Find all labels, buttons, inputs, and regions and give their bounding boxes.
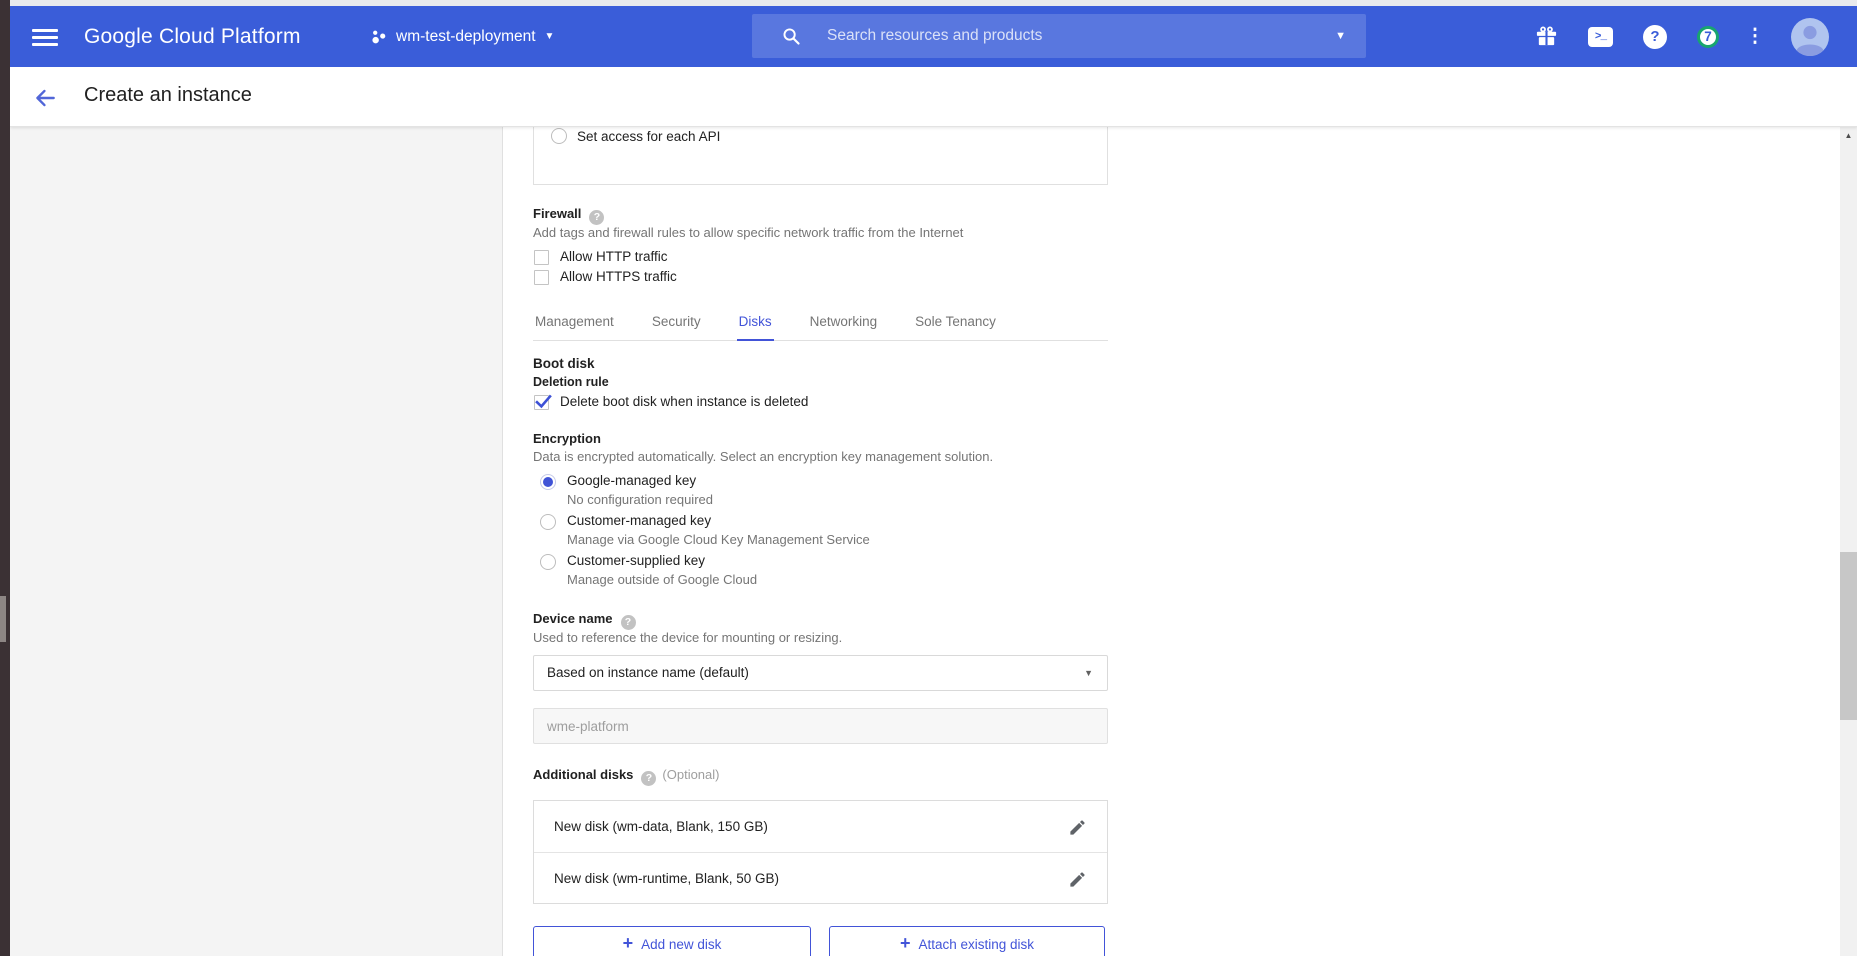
firewall-section: Firewall?: [533, 206, 604, 225]
gcp-console-window: Google Cloud Platform wm-test-deployment…: [0, 0, 1857, 956]
device-name-label: Device name: [533, 611, 613, 626]
appbar-actions: >_ ? 7 ⋮: [1535, 6, 1829, 67]
allow-https-checkbox[interactable]: [534, 270, 549, 285]
google-managed-key-label[interactable]: Google-managed key: [567, 473, 696, 488]
device-name-description: Used to reference the device for mountin…: [533, 630, 842, 645]
delete-boot-disk-label[interactable]: Delete boot disk when instance is delete…: [560, 394, 808, 409]
additional-disks-label: Additional disks: [533, 767, 633, 782]
checkmark-icon: [534, 392, 553, 411]
disk-name: New disk (wm-data, Blank, 150 GB): [554, 819, 768, 834]
additional-disks-optional-note: (Optional): [662, 767, 719, 782]
overflow-menu-icon[interactable]: ⋮: [1749, 25, 1761, 48]
api-access-option-label[interactable]: Set access for each API: [577, 129, 720, 144]
window-left-edge: [0, 0, 10, 956]
scrollbar-thumb[interactable]: [1840, 552, 1857, 720]
edit-disk-icon[interactable]: [1067, 869, 1087, 889]
back-arrow-icon[interactable]: [31, 84, 59, 112]
attach-existing-disk-label: Attach existing disk: [918, 937, 1034, 952]
customer-managed-key-label[interactable]: Customer-managed key: [567, 513, 711, 528]
gcp-logo[interactable]: Google Cloud Platform: [84, 6, 301, 67]
allow-https-label[interactable]: Allow HTTPS traffic: [560, 269, 677, 284]
plus-icon: +: [900, 933, 911, 954]
encryption-heading: Encryption: [533, 431, 601, 446]
help-icon[interactable]: ?: [1643, 25, 1667, 49]
plus-icon: +: [623, 933, 634, 954]
firewall-help-icon[interactable]: ?: [589, 210, 604, 225]
tab-security[interactable]: Security: [650, 308, 703, 341]
customer-supplied-key-label[interactable]: Customer-supplied key: [567, 553, 705, 568]
allow-http-checkbox[interactable]: [534, 250, 549, 265]
edit-disk-icon[interactable]: [1067, 817, 1087, 837]
tab-disks[interactable]: Disks: [737, 308, 774, 341]
select-caret-icon: ▼: [1084, 656, 1093, 690]
search-caret-icon[interactable]: ▼: [1335, 30, 1346, 42]
add-new-disk-button[interactable]: + Add new disk: [533, 926, 811, 956]
google-managed-key-sublabel: No configuration required: [567, 492, 713, 507]
tab-networking[interactable]: Networking: [808, 308, 880, 341]
customer-supplied-key-sublabel: Manage outside of Google Cloud: [567, 572, 757, 587]
window-top-edge: [0, 0, 1857, 6]
firewall-label: Firewall: [533, 206, 581, 221]
gift-icon[interactable]: [1535, 25, 1558, 48]
project-icon: [372, 29, 387, 44]
settings-tabs: Management Security Disks Networking Sol…: [533, 308, 1108, 341]
firewall-description: Add tags and firewall rules to allow spe…: [533, 225, 963, 240]
device-name-help-icon[interactable]: ?: [621, 615, 636, 630]
disk-row: New disk (wm-data, Blank, 150 GB): [534, 801, 1107, 852]
customer-supplied-key-radio[interactable]: [540, 554, 556, 570]
attach-existing-disk-button[interactable]: + Attach existing disk: [829, 926, 1105, 956]
device-name-section: Device name?: [533, 611, 636, 630]
disk-row: New disk (wm-runtime, Blank, 50 GB): [534, 852, 1107, 903]
project-name: wm-test-deployment: [396, 28, 536, 46]
encryption-description: Data is encrypted automatically. Select …: [533, 449, 993, 464]
boot-disk-heading: Boot disk: [533, 356, 595, 371]
device-name-select[interactable]: Based on instance name (default) ▼: [533, 655, 1108, 691]
avatar[interactable]: [1791, 18, 1829, 56]
api-access-radio[interactable]: [551, 128, 567, 144]
deletion-rule-label: Deletion rule: [533, 375, 609, 389]
additional-disks-list: New disk (wm-data, Blank, 150 GB) New di…: [533, 800, 1108, 904]
search-input[interactable]: [825, 26, 1335, 46]
additional-disks-section: Additional disks? (Optional): [533, 767, 719, 786]
page-title: Create an instance: [84, 84, 252, 107]
page-header: Create an instance: [10, 67, 1857, 127]
project-selector[interactable]: wm-test-deployment ▼: [372, 6, 554, 67]
scrollbar-up-icon[interactable]: ▲: [1840, 131, 1857, 140]
cloud-shell-icon[interactable]: >_: [1588, 27, 1613, 47]
tab-sole-tenancy[interactable]: Sole Tenancy: [913, 308, 998, 341]
menu-icon[interactable]: [32, 25, 58, 47]
search-icon: [782, 27, 801, 46]
delete-boot-disk-checkbox[interactable]: [534, 395, 549, 410]
left-panel: [10, 127, 503, 956]
search-bar[interactable]: ▼: [752, 14, 1366, 58]
google-managed-key-radio[interactable]: [540, 474, 556, 490]
disk-name: New disk (wm-runtime, Blank, 50 GB): [554, 871, 779, 886]
customer-managed-key-radio[interactable]: [540, 514, 556, 530]
notifications-icon[interactable]: 7: [1697, 26, 1719, 48]
allow-http-label[interactable]: Allow HTTP traffic: [560, 249, 668, 264]
additional-disks-help-icon[interactable]: ?: [641, 771, 656, 786]
app-bar: Google Cloud Platform wm-test-deployment…: [10, 6, 1857, 67]
tab-management[interactable]: Management: [533, 308, 616, 341]
device-name-input[interactable]: [533, 708, 1108, 744]
device-name-selected-option: Based on instance name (default): [547, 665, 749, 680]
customer-managed-key-sublabel: Manage via Google Cloud Key Management S…: [567, 532, 870, 547]
scrollbar-track[interactable]: [1840, 127, 1857, 956]
project-caret-icon: ▼: [545, 32, 555, 42]
add-new-disk-label: Add new disk: [641, 937, 721, 952]
window-left-scroll-indicator: [0, 596, 6, 642]
